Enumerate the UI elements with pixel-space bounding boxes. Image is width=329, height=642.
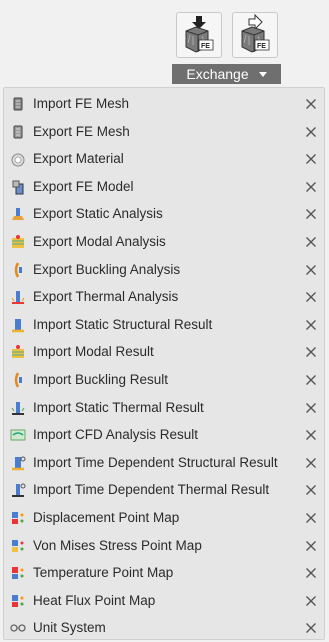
menu-item-label: Import Time Dependent Structural Result [33,454,278,470]
export-badge-text: FE [257,43,266,50]
menu-item[interactable]: Import Static Thermal Result [4,394,324,422]
menu-item-label: Export FE Mesh [33,123,130,139]
menu-item[interactable]: Import Static Structural Result [4,311,324,339]
modal-analysis-icon [9,233,27,251]
import-badge-text: FE [201,43,210,50]
menu-item-label: Import FE Mesh [33,96,130,111]
close-icon[interactable] [305,484,317,496]
export-fe-mesh-icon [9,123,27,141]
time-thermal-result-icon [9,481,27,499]
menu-item-label: Von Mises Stress Point Map [33,537,202,553]
import-fe-button[interactable]: FE [176,12,222,58]
menu-item[interactable]: Heat Flux Point Map [4,587,324,615]
close-icon[interactable] [305,208,317,220]
export-material-icon [9,150,27,168]
exchange-menu: Import FE Mesh Export FE Mesh Export Mater… [3,87,325,640]
close-icon[interactable] [305,264,317,276]
heat-flux-map-icon [9,592,27,610]
close-icon[interactable] [305,319,317,331]
buckling-result-icon [9,371,27,389]
menu-item-label: Unit System [33,620,106,636]
menu-item-label: Import Modal Result [33,344,154,360]
import-fe-mesh-icon [9,95,27,113]
close-icon[interactable] [305,181,317,193]
close-icon[interactable] [305,595,317,607]
close-icon[interactable] [305,540,317,552]
menu-item[interactable]: Von Mises Stress Point Map [4,532,324,560]
menu-item[interactable]: Import FE Mesh [4,90,324,118]
close-icon[interactable] [305,402,317,414]
menu-item-label: Export Buckling Analysis [33,261,181,277]
exchange-dropdown[interactable]: Exchange [172,64,281,84]
menu-item[interactable]: Export FE Mesh [4,118,324,146]
menu-item-label: Import Buckling Result [33,372,169,387]
time-structural-result-icon [9,454,27,472]
close-icon[interactable] [305,374,317,386]
close-icon[interactable] [305,457,317,469]
import-fe-icon: FE [185,16,214,53]
buckling-analysis-icon [9,261,27,279]
export-fe-model-icon [9,178,27,196]
close-icon[interactable] [305,429,317,441]
menu-item-label: Export Modal Analysis [33,234,166,249]
static-thermal-result-icon [9,399,27,417]
menu-item[interactable]: Unit System [4,614,324,642]
menu-item-label: Import Static Structural Result [33,316,213,332]
menu-item-label: Export Thermal Analysis [33,289,179,305]
menu-item-label: Export Material [33,151,124,167]
unit-system-icon [9,619,27,637]
menu-item[interactable]: Export Buckling Analysis [4,256,324,284]
menu-item-label: Heat Flux Point Map [33,592,156,608]
displacement-map-icon [9,509,27,527]
static-structural-result-icon [9,316,27,334]
menu-item[interactable]: Export FE Model [4,173,324,201]
export-fe-button[interactable]: FE [232,12,278,58]
close-icon[interactable] [305,236,317,248]
menu-item-label: Export Static Analysis [33,206,163,222]
static-analysis-icon [9,205,27,223]
menu-item-label: Displacement Point Map [33,510,180,525]
menu-item[interactable]: Displacement Point Map [4,504,324,532]
menu-item-label: Export FE Model [33,178,134,194]
close-icon[interactable] [305,153,317,165]
modal-result-icon [9,343,27,361]
menu-item[interactable]: Export Material [4,145,324,173]
menu-item[interactable]: Temperature Point Map [4,559,324,587]
close-icon[interactable] [305,126,317,138]
menu-item-label: Temperature Point Map [33,565,174,581]
menu-item[interactable]: Export Static Analysis [4,200,324,228]
thermal-analysis-icon [9,288,27,306]
close-icon[interactable] [305,622,317,634]
chevron-down-icon [258,72,267,77]
close-icon[interactable] [305,98,317,110]
menu-item[interactable]: Export Modal Analysis [4,228,324,256]
menu-item-label: Import CFD Analysis Result [33,427,199,443]
close-icon[interactable] [305,567,317,579]
menu-item[interactable]: Import Time Dependent Thermal Result [4,476,324,504]
close-icon[interactable] [305,346,317,358]
von-mises-map-icon [9,537,27,555]
menu-item-label: Import Static Thermal Result [33,399,204,415]
menu-item[interactable]: Import Modal Result [4,338,324,366]
menu-item[interactable]: Export Thermal Analysis [4,283,324,311]
toolbar: FE FE Exchange [0,0,329,86]
close-icon[interactable] [305,291,317,303]
export-fe-icon: FE [241,13,270,53]
close-icon[interactable] [305,512,317,524]
menu-item-label: Import Time Dependent Thermal Result [33,482,270,498]
menu-item[interactable]: Import CFD Analysis Result [4,421,324,449]
temperature-map-icon [9,564,27,582]
cfd-result-icon [9,426,27,444]
menu-item[interactable]: Import Buckling Result [4,366,324,394]
menu-item[interactable]: Import Time Dependent Structural Result [4,449,324,477]
exchange-label: Exchange [186,66,249,82]
